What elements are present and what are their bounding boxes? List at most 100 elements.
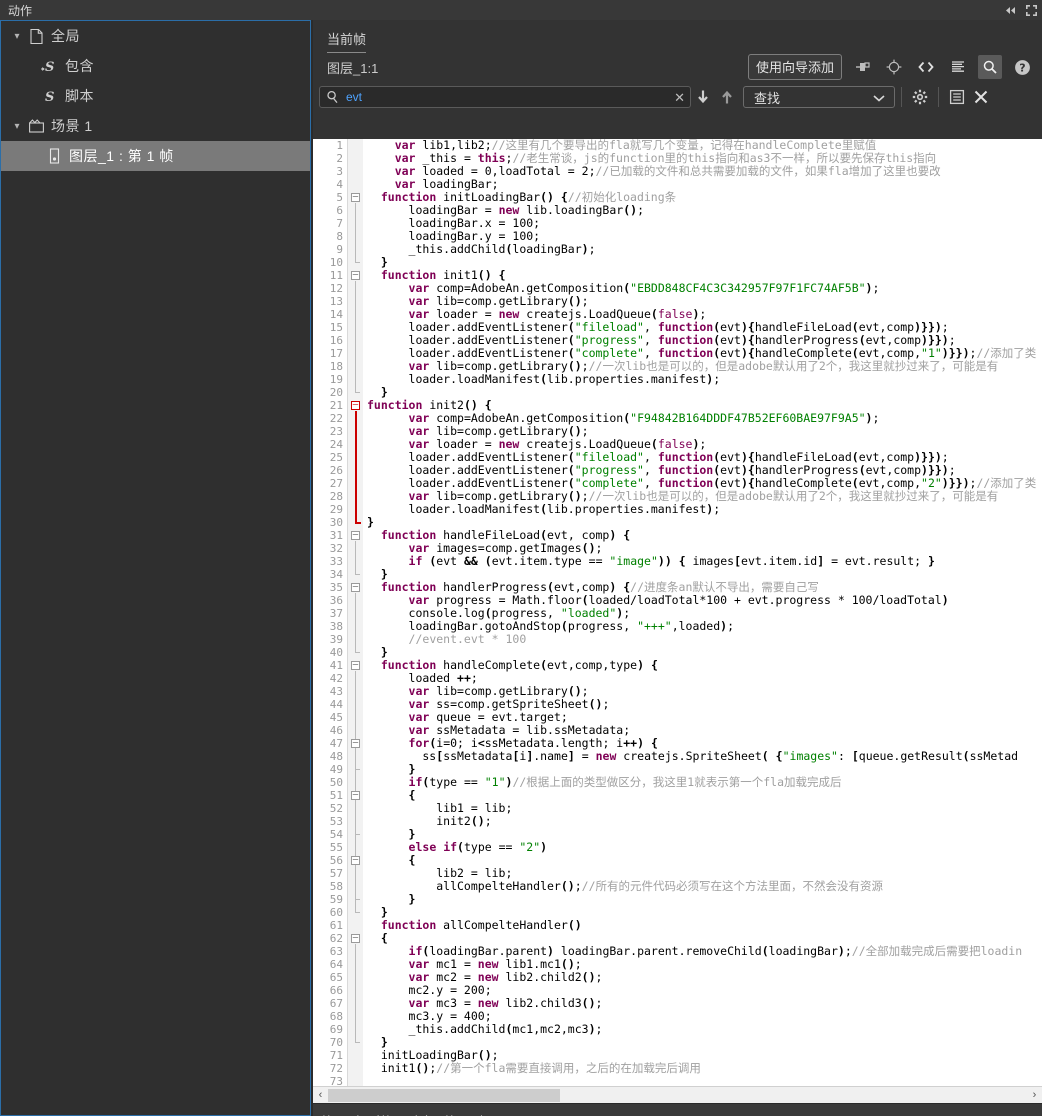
line-number: 41	[329, 659, 343, 672]
line-number: 51	[329, 789, 343, 802]
code-line[interactable]: ss[ssMetadata[i].name] = new createjs.Sp…	[363, 750, 1042, 763]
sidebar-item-global[interactable]: ▾ 全局	[1, 21, 310, 51]
clear-icon[interactable]: ✕	[674, 90, 685, 105]
find-next-icon[interactable]	[691, 86, 715, 108]
code-line[interactable]: _this.addChild(loadingBar);	[363, 243, 1042, 256]
actions-panel-window: 动作 ▾ 全局 S 包含 S 脚本 ▾ 场景 1 图层_1: 第 1 帧 当前…	[0, 0, 1042, 1116]
fold-connector	[355, 801, 356, 834]
fold-toggle-icon[interactable]: –	[351, 271, 360, 280]
fold-end-marker	[355, 574, 360, 575]
close-icon[interactable]	[969, 86, 993, 108]
code-text[interactable]: var lib1,lib2;//这里有几个要导出的fla就写几个变量，记得在ha…	[363, 139, 1042, 1086]
cursor-position-status: 第 30 行（共 73 行），第 2 列	[321, 1111, 483, 1116]
line-number: 3	[336, 165, 343, 178]
search-icon[interactable]	[978, 55, 1002, 79]
script-icon: S	[39, 89, 61, 104]
add-using-wizard-button[interactable]: 使用向导添加	[747, 54, 842, 80]
code-line[interactable]: else if(type == "2")	[363, 841, 1042, 854]
chevron-down-icon[interactable]	[872, 91, 886, 110]
chevron-down-icon[interactable]: ▾	[9, 31, 25, 42]
expand-icon[interactable]	[1025, 4, 1038, 17]
fold-toggle-icon[interactable]: –	[351, 193, 360, 202]
fold-connector	[355, 866, 356, 899]
line-number: 72	[329, 1062, 343, 1075]
code-fold-column[interactable]: – – – – – – – – – –	[347, 139, 363, 1086]
horizontal-scrollbar[interactable]: ‹ ›	[313, 1086, 1042, 1104]
line-number: 2	[336, 152, 343, 165]
scroll-left-icon[interactable]: ‹	[313, 1087, 328, 1104]
line-number: 46	[329, 724, 343, 737]
line-number: 34	[329, 568, 343, 581]
format-lines-icon[interactable]	[946, 55, 970, 79]
line-number: 11	[329, 269, 343, 282]
code-line[interactable]: allCompelteHandler();//所有的元件代码必须写在这个方法里面…	[363, 880, 1042, 893]
code-line[interactable]: if (evt && (evt.item.type == "image")) {…	[363, 555, 1042, 568]
pin-icon[interactable]	[850, 55, 874, 79]
code-line[interactable]: loader.loadManifest(lib.properties.manif…	[363, 373, 1042, 386]
fold-toggle-icon[interactable]: –	[351, 531, 360, 540]
code-line[interactable]: init2();	[363, 815, 1042, 828]
find-mode-select[interactable]: 查找	[743, 86, 895, 108]
scrollbar-thumb[interactable]	[328, 1088, 560, 1102]
line-number: 22	[329, 412, 343, 425]
code-line[interactable]	[363, 1075, 1042, 1086]
fold-toggle-icon[interactable]: –	[351, 934, 360, 943]
sidebar-item-script[interactable]: S 脚本	[1, 81, 310, 111]
find-previous-icon[interactable]	[715, 86, 739, 108]
line-number: 16	[329, 334, 343, 347]
panel-tab-actions[interactable]: 动作	[8, 2, 32, 20]
code-line[interactable]: if(type == "1")//根据上面的类型做区分，我这里1就表示第一个fl…	[363, 776, 1042, 789]
list-icon[interactable]	[945, 86, 969, 108]
code-editor-area[interactable]: 1 2 3 4 5 6 7 8 9 10 11 12 13 14 15 16 17 18 19 20 21 22 23 24 2…	[313, 139, 1042, 1086]
tab-current-frame[interactable]: 当前帧	[327, 29, 367, 53]
fold-toggle-icon[interactable]: –	[351, 661, 360, 670]
scrollbar-track[interactable]	[328, 1086, 1027, 1104]
line-number: 71	[329, 1049, 343, 1062]
line-number: 54	[329, 828, 343, 841]
find-toolbar: evt ✕ 查找	[313, 82, 1042, 112]
help-icon[interactable]: ?	[1010, 55, 1034, 79]
line-number: 73	[329, 1075, 343, 1086]
sidebar-item-include[interactable]: S 包含	[1, 51, 310, 81]
sidebar-item-label: 全局	[51, 28, 80, 44]
line-number: 42	[329, 672, 343, 685]
line-number: 44	[329, 698, 343, 711]
fold-toggle-icon[interactable]: –	[351, 401, 360, 410]
code-brackets-icon[interactable]	[914, 55, 938, 79]
window-titlebar: 动作	[0, 0, 1042, 20]
sidebar-item-label: 场景 1	[51, 118, 93, 134]
target-icon[interactable]	[882, 55, 906, 79]
line-number: 43	[329, 685, 343, 698]
line-number: 26	[329, 464, 343, 477]
fold-connector	[355, 541, 356, 574]
sidebar-item-layer1-frame1[interactable]: 图层_1 : 第 1 帧	[1, 141, 310, 171]
fold-toggle-icon[interactable]: –	[351, 739, 360, 748]
fold-connector	[355, 749, 356, 769]
code-line[interactable]: _this.addChild(mc1,mc2,mc3);	[363, 1023, 1042, 1036]
line-number: 45	[329, 711, 343, 724]
titlebar-controls	[1004, 4, 1038, 17]
sidebar-item-scene[interactable]: ▾ 场景 1	[1, 111, 310, 141]
line-number: 65	[329, 971, 343, 984]
fold-toggle-icon[interactable]: –	[351, 791, 360, 800]
collapse-icon[interactable]	[1004, 4, 1017, 17]
scroll-right-icon[interactable]: ›	[1027, 1087, 1042, 1104]
code-line[interactable]: }	[363, 893, 1042, 906]
line-number: 48	[329, 750, 343, 763]
fold-toggle-icon[interactable]: –	[351, 856, 360, 865]
fold-end-marker	[355, 1042, 360, 1043]
gear-icon[interactable]	[908, 86, 932, 108]
code-line[interactable]: init1();//第一个fla需要直接调用，之后的在加载完后调用	[363, 1062, 1042, 1075]
code-line[interactable]: loader.loadManifest(lib.properties.manif…	[363, 503, 1042, 516]
line-number: 31	[329, 529, 343, 542]
fold-toggle-icon[interactable]: –	[351, 583, 360, 592]
line-number: 70	[329, 1036, 343, 1049]
code-line[interactable]: //event.evt * 100	[363, 633, 1042, 646]
fold-end-marker	[355, 912, 360, 913]
line-number: 9	[336, 243, 343, 256]
chevron-down-icon[interactable]: ▾	[9, 121, 25, 132]
fold-end-marker	[355, 262, 360, 263]
code-line[interactable]: function allCompelteHandler()	[363, 919, 1042, 932]
search-input[interactable]: evt ✕	[319, 86, 691, 108]
line-number: 40	[329, 646, 343, 659]
